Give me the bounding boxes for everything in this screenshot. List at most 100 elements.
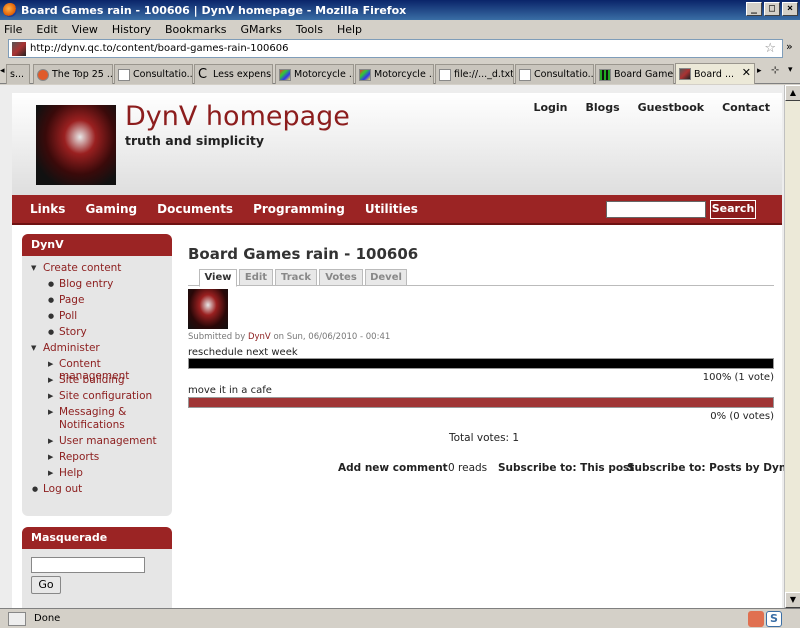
submitted-date: on Sun, 06/06/2010 - 00:41 [273,332,391,342]
nav-programming[interactable]: Programming [253,202,345,216]
addon-status-icon[interactable] [748,611,764,627]
page-viewport: DynV homepage truth and simplicity Login… [0,85,800,608]
tab-edit[interactable]: Edit [239,269,273,286]
tab-label: Board ... [694,68,734,80]
window-title: Board Games rain - 100606 | DynV homepag… [21,3,407,17]
poll-percent: 100% (1 vote) [702,372,774,383]
tab-votes[interactable]: Votes [319,269,363,286]
browser-tab[interactable]: Motorcycle ... [355,64,434,84]
go-button[interactable]: Go [31,576,61,594]
menu-file[interactable]: File [4,23,22,36]
browser-tab[interactable]: s... [6,64,30,84]
collapsed-arrow-icon: ▶ [48,437,54,445]
secondary-nav: Login Blogs Guestbook Contact [533,101,770,114]
menu-log-out[interactable]: ● Log out [32,483,82,495]
vertical-scrollbar[interactable]: ▲ ▼ [784,85,800,608]
search-input[interactable] [606,201,706,218]
menu-label: Reports [59,451,100,463]
nav-utilities[interactable]: Utilities [365,202,418,216]
maximize-icon[interactable]: □ [764,2,780,16]
site-logo[interactable] [36,105,116,185]
menu-page[interactable]: ● Page [48,294,84,306]
browser-tab[interactable]: C Less expens... [194,64,273,84]
tab-scroll-left-icon[interactable]: ◂ [0,66,5,76]
scroll-down-icon[interactable]: ▼ [785,592,800,608]
toolbar-chevron-icon[interactable]: » [786,40,793,53]
menu-user-management[interactable]: ▶ User management [48,435,157,447]
menu-site-building[interactable]: ▶ Site building [48,374,125,386]
browser-tab[interactable]: file://..._d.txt [435,64,514,84]
site-name[interactable]: DynV homepage [125,101,350,132]
bullet-icon: ● [48,312,55,320]
menu-create-content[interactable]: ▼ Create content [31,262,121,274]
s-status-icon[interactable]: S [766,611,782,627]
scroll-up-icon[interactable]: ▲ [785,85,800,101]
menu-gmarks[interactable]: GMarks [240,23,281,36]
menu-label: Poll [59,310,78,322]
search-button[interactable]: Search [710,200,756,219]
tab-label: Motorcycle ... [294,69,354,80]
submitted-prefix: Submitted by [188,332,246,342]
browser-tab[interactable]: Motorcycle ... [275,64,354,84]
menu-bookmarks[interactable]: Bookmarks [165,23,226,36]
login-link[interactable]: Login [533,101,567,114]
tab-view[interactable]: View [199,269,237,287]
tab-label: file://..._d.txt [454,69,514,80]
status-text: Done [34,613,61,624]
browser-tab[interactable]: The Top 25 ... [33,64,113,84]
browser-tab-active[interactable]: Board ... ✕ [675,63,755,84]
tab-dropdown-icon[interactable]: ▾ [788,65,793,75]
minimize-icon[interactable]: _ [746,2,762,16]
subscribe-user-link[interactable]: Subscribe to: Posts by DynV [627,462,794,474]
menu-messaging-notifications-line2[interactable]: Notifications [59,419,125,431]
bullet-icon: ● [48,328,55,336]
url-text[interactable]: http://dynv.qc.to/content/board-games-ra… [30,43,764,54]
menu-edit[interactable]: Edit [36,23,57,36]
total-votes: Total votes: 1 [449,432,520,444]
menu-tools[interactable]: Tools [296,23,323,36]
menu-help[interactable]: ▶ Help [48,467,83,479]
c-icon: C [198,66,208,82]
menu-poll[interactable]: ● Poll [48,310,78,322]
menu-history[interactable]: History [112,23,151,36]
blogs-link[interactable]: Blogs [586,101,620,114]
browser-tab[interactable]: Board Game... [595,64,674,84]
collapsed-arrow-icon: ▶ [48,360,54,368]
menu-story[interactable]: ● Story [48,326,87,338]
menu-label: Messaging & [59,406,127,418]
page-icon [439,68,451,81]
nav-links[interactable]: Links [30,202,65,216]
nav-documents[interactable]: Documents [157,202,233,216]
tab-track[interactable]: Track [275,269,317,286]
add-comment-link[interactable]: Add new comment [338,462,448,474]
menu-view[interactable]: View [72,23,98,36]
guestbook-link[interactable]: Guestbook [638,101,704,114]
browser-tab[interactable]: Consultatio... [515,64,594,84]
menu-site-configuration[interactable]: ▶ Site configuration [48,390,152,402]
tab-label: Motorcycle ... [374,69,434,80]
menu-administer[interactable]: ▼ Administer [31,342,100,354]
address-bar[interactable]: http://dynv.qc.to/content/board-games-ra… [8,39,783,58]
menu-reports[interactable]: ▶ Reports [48,451,100,463]
bullet-icon: ● [48,280,55,288]
bookmark-star-icon[interactable]: ☆ [764,41,776,56]
tab-devel[interactable]: Devel [365,269,407,286]
tab-close-icon[interactable]: ✕ [742,66,751,79]
nav-gaming[interactable]: Gaming [85,202,137,216]
author-avatar[interactable] [188,289,228,329]
close-icon[interactable]: × [782,2,798,16]
menu-help[interactable]: Help [337,23,362,36]
masquerade-user-input[interactable] [31,557,145,573]
author-link[interactable]: DynV [248,332,271,342]
menu-label: Site building [59,374,125,386]
subscribe-post-link[interactable]: Subscribe to: This post [498,462,634,474]
menubar: File Edit View History Bookmarks GMarks … [0,20,800,38]
menu-label: Story [59,326,87,338]
contact-link[interactable]: Contact [722,101,770,114]
web-page: DynV homepage truth and simplicity Login… [12,93,794,608]
browser-tab[interactable]: Consultatio... [114,64,193,84]
list-all-tabs-icon[interactable]: ⊹ [771,65,779,76]
menu-blog-entry[interactable]: ● Blog entry [48,278,113,290]
tab-scroll-right-icon[interactable]: ▸ [757,66,762,76]
menu-messaging-notifications[interactable]: ▶ Messaging & [48,406,127,418]
